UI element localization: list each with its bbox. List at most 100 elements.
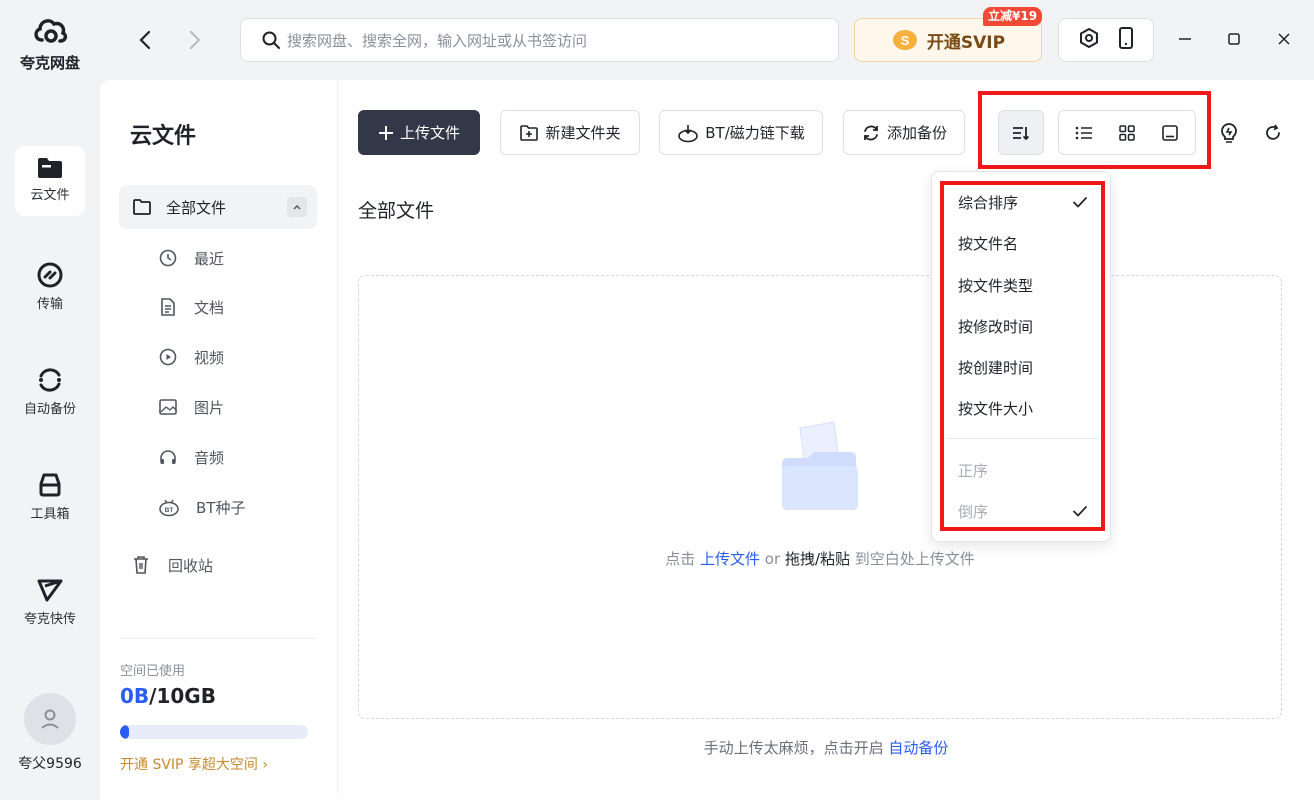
rail-item-toolbox[interactable]: 工具箱 — [15, 461, 85, 531]
footer-tip-text: 手动上传太麻烦，点击开启 — [703, 739, 884, 757]
svg-text:S: S — [901, 33, 910, 48]
avatar[interactable] — [24, 693, 76, 745]
rail-item-transfer[interactable]: 传输 — [15, 251, 85, 321]
sidebar-item-label: 文档 — [194, 298, 225, 317]
rail-item-cloud-files[interactable]: 云文件 — [15, 146, 85, 216]
sidebar-item-label: 图片 — [194, 398, 225, 417]
sidebar-item-label: 回收站 — [168, 556, 214, 575]
storage-usage: 0B/10GB — [120, 684, 216, 708]
clock-icon — [159, 249, 177, 267]
back-button[interactable] — [130, 25, 160, 55]
empty-tip-suffix: 到空白处上传文件 — [854, 550, 975, 568]
collapse-button[interactable] — [287, 197, 307, 217]
sidebar-item-all-files[interactable]: 全部文件 — [119, 185, 317, 229]
minimize-icon — [1179, 38, 1191, 40]
breadcrumb: 全部文件 — [358, 200, 435, 222]
forward-button[interactable] — [180, 25, 210, 55]
toolbox-icon — [39, 473, 61, 497]
cloud-logo-icon — [34, 19, 68, 43]
app-logo: 夸克网盘 — [0, 14, 100, 73]
storage-label: 空间已使用 — [120, 664, 186, 679]
upload-label: 上传文件 — [399, 124, 460, 142]
user-icon — [41, 709, 59, 729]
sidebar-item-recent[interactable]: 最近 — [158, 243, 224, 273]
mobile-button[interactable] — [1117, 26, 1135, 54]
rail-item-auto-backup[interactable]: 自动备份 — [15, 356, 85, 426]
gear-icon — [1079, 28, 1098, 48]
document-icon — [161, 298, 175, 316]
bt-icon: BT — [159, 499, 179, 517]
settings-button[interactable] — [1078, 27, 1100, 53]
search-icon — [262, 31, 280, 49]
svip-coin-icon: S — [892, 30, 917, 50]
upload-button[interactable]: 上传文件 — [358, 110, 480, 155]
svip-discount-badge: 立减¥19 — [983, 7, 1043, 26]
search-input[interactable]: 搜索网盘、搜索全网，输入网址或从书签访问 — [240, 18, 839, 62]
storage-progress-bar — [120, 725, 308, 739]
empty-folder-icon — [778, 420, 862, 520]
tips-button[interactable] — [1214, 118, 1244, 148]
headphones-icon — [160, 450, 176, 464]
add-backup-button[interactable]: 添加备份 — [843, 110, 965, 155]
trash-icon — [134, 556, 148, 574]
svg-text:BT: BT — [165, 507, 174, 514]
folder-icon — [38, 158, 62, 178]
sidebar-item-label: BT种子 — [196, 498, 246, 517]
top-icon-group — [1058, 18, 1154, 62]
svip-label: 开通SVIP — [926, 32, 1006, 53]
refresh-icon — [1266, 124, 1280, 140]
rail-item-label: 工具箱 — [30, 507, 70, 522]
storage-used: 0B — [120, 684, 150, 708]
sidebar-item-audio[interactable]: 音频 — [158, 442, 224, 472]
send-icon — [37, 579, 63, 602]
refresh-button[interactable] — [1258, 118, 1288, 148]
minimize-button[interactable] — [1170, 24, 1200, 54]
sync-icon — [864, 125, 878, 140]
chevron-left-icon — [139, 30, 151, 50]
video-icon — [159, 348, 177, 366]
sidebar-item-bt-seeds[interactable]: BT BT种子 — [158, 492, 245, 522]
transfer-icon — [37, 262, 63, 288]
new-folder-label: 新建文件夹 — [545, 124, 621, 142]
close-icon — [1278, 33, 1290, 45]
rail-item-label: 云文件 — [30, 188, 70, 203]
backup-icon — [39, 368, 61, 392]
chevron-right-icon — [189, 30, 201, 50]
rail-item-label: 夸克快传 — [23, 612, 76, 627]
sidebar-item-label: 音频 — [194, 448, 225, 467]
rail-item-label: 传输 — [36, 297, 63, 312]
sidebar-divider — [119, 638, 317, 639]
sidebar-item-documents[interactable]: 文档 — [158, 292, 224, 322]
empty-tip-drag: 拖拽/粘贴 — [784, 550, 850, 568]
bt-download-label: BT/磁力链下载 — [705, 124, 805, 142]
maximize-icon — [1228, 33, 1240, 45]
empty-tip-or: or — [764, 550, 781, 568]
magnet-icon — [678, 124, 699, 142]
sidebar-item-trash[interactable]: 回收站 — [132, 550, 213, 580]
sidebar-item-label: 全部文件 — [166, 198, 227, 217]
add-backup-label: 添加备份 — [886, 124, 947, 142]
highlight-box-view-controls — [978, 91, 1211, 169]
bt-download-button[interactable]: BT/磁力链下载 — [659, 110, 823, 155]
image-icon — [159, 399, 177, 415]
new-folder-button[interactable]: 新建文件夹 — [500, 110, 640, 155]
storage-upsell-link[interactable]: 开通 SVIP 享超大空间 › — [120, 754, 268, 774]
username: 夸父9596 — [18, 756, 82, 772]
sidebar-item-images[interactable]: 图片 — [158, 392, 224, 422]
auto-backup-link[interactable]: 自动备份 — [888, 739, 948, 757]
search-placeholder: 搜索网盘、搜索全网，输入网址或从书签访问 — [287, 31, 588, 50]
maximize-button[interactable] — [1219, 24, 1249, 54]
folder-outline-icon — [133, 199, 151, 215]
sidebar-item-videos[interactable]: 视频 — [158, 342, 224, 372]
phone-icon — [1118, 27, 1133, 49]
storage-progress-fill — [120, 725, 130, 739]
storage-total: /10GB — [149, 684, 216, 708]
chevron-up-icon — [293, 205, 301, 210]
app-name: 夸克网盘 — [19, 54, 80, 72]
rail-item-quick-send[interactable]: 夸克快传 — [15, 566, 85, 636]
rail-item-label: 自动备份 — [23, 402, 76, 417]
upload-link[interactable]: 上传文件 — [700, 550, 760, 568]
auto-backup-tip: 手动上传太麻烦，点击开启 自动备份 — [338, 737, 1314, 758]
empty-state-tip: 点击 上传文件 or 拖拽/粘贴 到空白处上传文件 — [358, 548, 1282, 569]
close-button[interactable] — [1269, 24, 1299, 54]
